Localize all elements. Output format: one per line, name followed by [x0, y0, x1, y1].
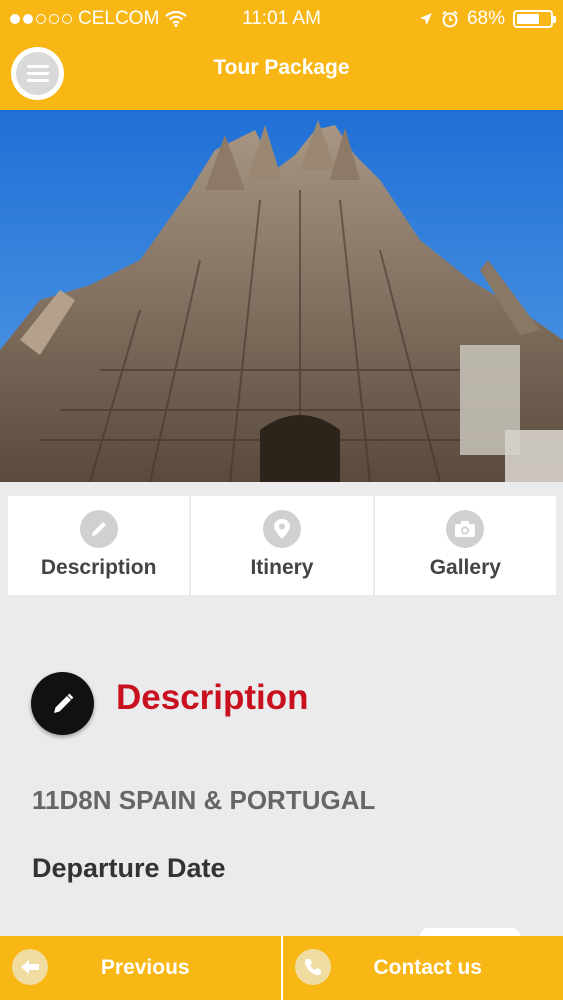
contact-us-button[interactable]: Contact us — [280, 936, 563, 1000]
camera-icon — [446, 510, 485, 548]
status-bar: CELCOM 11:01 AM 68% — [0, 0, 563, 38]
bottom-bar: Previous Contact us — [0, 936, 563, 1000]
map-pin-icon — [262, 510, 301, 548]
battery-icon — [513, 10, 556, 28]
app-header: CELCOM 11:01 AM 68% Tour Package — [0, 0, 563, 110]
tab-description[interactable]: Description — [8, 496, 190, 595]
section-title: Description — [116, 678, 309, 717]
package-name: 11D8N SPAIN & PORTUGAL — [32, 785, 376, 815]
tab-gallery[interactable]: Gallery — [374, 496, 556, 595]
battery-percent: 68% — [466, 8, 505, 29]
tab-label: Description — [40, 556, 157, 579]
phone-icon — [294, 949, 331, 985]
tab-bar: Description Itinery Gallery — [8, 496, 556, 595]
pencil-icon — [79, 510, 118, 548]
status-right: 68% — [419, 8, 556, 30]
hero-image — [0, 110, 563, 482]
page-title: Tour Package — [213, 56, 350, 79]
arrow-left-icon — [12, 949, 48, 985]
departure-date-label: Departure Date — [32, 853, 226, 883]
tab-itinery[interactable]: Itinery — [191, 496, 373, 595]
alarm-icon — [442, 10, 458, 28]
previous-label: Previous — [100, 956, 190, 979]
tab-label: Itinery — [250, 556, 314, 579]
tab-label: Gallery — [429, 556, 501, 579]
location-arrow-icon — [419, 13, 432, 25]
contact-us-label: Contact us — [373, 956, 482, 979]
pencil-icon — [31, 672, 94, 735]
previous-button[interactable]: Previous — [0, 936, 281, 1000]
